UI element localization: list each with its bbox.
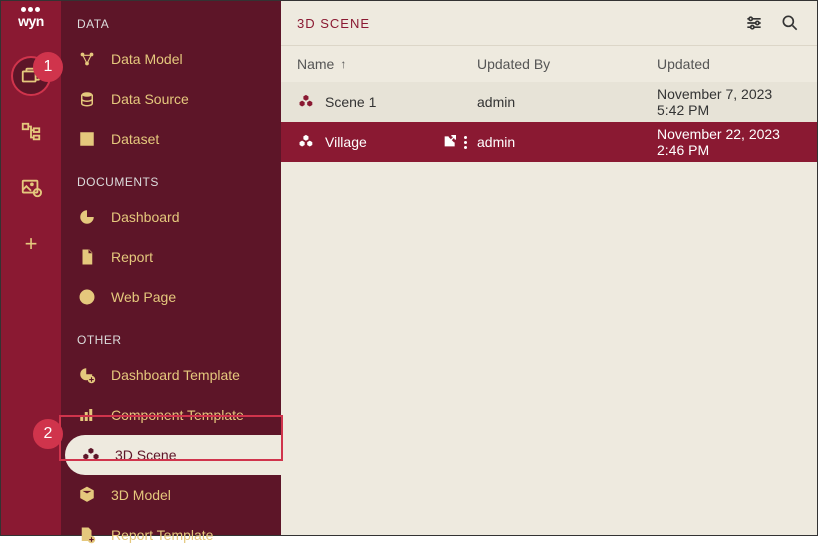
table-row[interactable]: Village admin November 22, 2023 2:46 PM — [281, 122, 817, 162]
sidebar-item-label: Data Source — [111, 91, 189, 107]
plus-icon: + — [25, 231, 38, 257]
file-plus-icon — [77, 525, 97, 545]
sidebar-item-web-page[interactable]: Web Page — [61, 277, 281, 317]
sidebar-item-data-model[interactable]: Data Model — [61, 39, 281, 79]
rail-add[interactable]: + — [11, 224, 51, 264]
column-header-name[interactable]: Name ↑ — [297, 56, 477, 72]
component-icon — [77, 405, 97, 425]
globe-icon — [77, 287, 97, 307]
table-header: Name ↑ Updated By Updated — [281, 46, 817, 82]
sidebar-item-report[interactable]: Report — [61, 237, 281, 277]
column-header-updated[interactable]: Updated — [657, 56, 801, 72]
sidebar-item-data-source[interactable]: Data Source — [61, 79, 281, 119]
sliders-icon — [744, 13, 764, 33]
sidebar-item-label: Report — [111, 249, 153, 265]
sidebar: DATA Data Model Data Source Dataset DOCU… — [61, 1, 281, 535]
sidebar-item-label: Web Page — [111, 289, 176, 305]
rail-tree[interactable] — [11, 112, 51, 152]
page-title: 3D SCENE — [297, 16, 743, 31]
row-name: Village — [325, 134, 367, 150]
filter-button[interactable] — [743, 12, 765, 34]
logo: wyn — [18, 7, 44, 28]
sort-ascending-icon: ↑ — [340, 57, 346, 71]
sidebar-item-dashboard-template[interactable]: Dashboard Template — [61, 355, 281, 395]
row-updated-by: admin — [477, 134, 657, 150]
pie-icon — [77, 207, 97, 227]
image-notify-icon — [20, 177, 42, 199]
section-documents-header: DOCUMENTS — [61, 159, 281, 197]
section-other-header: OTHER — [61, 317, 281, 355]
file-icon — [77, 247, 97, 267]
sidebar-item-label: Component Template — [111, 407, 244, 423]
main-header: 3D SCENE — [281, 1, 817, 46]
pie-plus-icon — [77, 365, 97, 385]
search-icon — [780, 13, 800, 33]
grid-icon — [77, 129, 97, 149]
sidebar-item-label: 3D Model — [111, 487, 171, 503]
cube-icon — [77, 485, 97, 505]
sidebar-item-3d-model[interactable]: 3D Model — [61, 475, 281, 515]
tree-icon — [20, 121, 42, 143]
cubes-icon — [297, 93, 315, 111]
row-updated-by: admin — [477, 94, 657, 110]
cubes-icon — [81, 445, 101, 465]
rail-image[interactable] — [11, 168, 51, 208]
callout-badge-2: 2 — [33, 419, 63, 449]
sidebar-item-report-template[interactable]: Report Template — [61, 515, 281, 555]
more-actions-button[interactable] — [464, 136, 467, 149]
sidebar-item-dataset[interactable]: Dataset — [61, 119, 281, 159]
main-content: 3D SCENE Name ↑ Updated By Updated — [281, 1, 817, 535]
row-updated: November 22, 2023 2:46 PM — [657, 126, 801, 158]
sidebar-item-label: 3D Scene — [115, 447, 176, 463]
sidebar-item-label: Report Template — [111, 527, 213, 543]
row-name: Scene 1 — [325, 94, 376, 110]
open-in-new-icon — [442, 133, 458, 149]
sidebar-item-label: Dataset — [111, 131, 159, 147]
callout-badge-1: 1 — [33, 52, 63, 82]
row-updated: November 7, 2023 5:42 PM — [657, 86, 801, 118]
column-header-updated-by[interactable]: Updated By — [477, 56, 657, 72]
table-row[interactable]: Scene 1 admin November 7, 2023 5:42 PM — [281, 82, 817, 122]
database-icon — [77, 89, 97, 109]
sidebar-item-component-template[interactable]: Component Template — [61, 395, 281, 435]
sidebar-item-3d-scene[interactable]: 3D Scene — [65, 435, 281, 475]
open-in-new-button[interactable] — [442, 133, 458, 152]
sidebar-item-label: Data Model — [111, 51, 183, 67]
search-button[interactable] — [779, 12, 801, 34]
section-data-header: DATA — [61, 1, 281, 39]
sidebar-item-label: Dashboard — [111, 209, 180, 225]
sidebar-item-dashboard[interactable]: Dashboard — [61, 197, 281, 237]
sidebar-item-label: Dashboard Template — [111, 367, 240, 383]
model-icon — [77, 49, 97, 69]
cubes-icon — [297, 133, 315, 151]
